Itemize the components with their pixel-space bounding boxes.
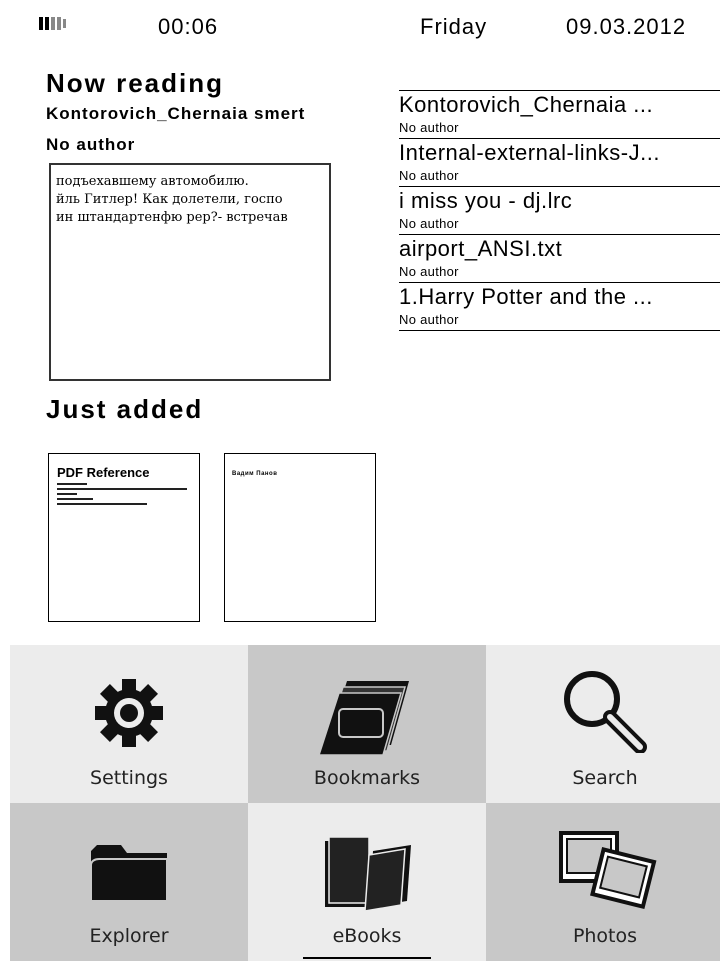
book-author: No author [399, 120, 459, 135]
now-reading-author: No author [46, 135, 136, 154]
bookmarks-tile[interactable]: Bookmarks [248, 645, 486, 803]
list-item[interactable]: airport_ANSI.txt No author [399, 234, 720, 282]
active-tab-indicator [303, 957, 431, 959]
recent-books-list: Kontorovich_Chernaia ... No author Inter… [399, 90, 720, 331]
magnifier-icon [564, 671, 647, 753]
preview-line: подъехавшему автомобилю. [56, 174, 249, 189]
cover-title: PDF Reference [57, 465, 150, 480]
list-item[interactable]: Internal-external-links-J... No author [399, 138, 720, 186]
bookmarks-label: Bookmarks [313, 767, 421, 789]
book-author: No author [399, 312, 459, 327]
list-item[interactable]: Kontorovich_Chernaia ... No author [399, 90, 720, 138]
photos-tile[interactable]: Photos [486, 803, 720, 961]
gear-icon [95, 679, 163, 747]
settings-tile[interactable]: Settings [10, 645, 248, 803]
books-stack-icon [318, 681, 409, 755]
list-divider [399, 330, 720, 331]
search-tile[interactable]: Search [486, 645, 720, 803]
book-title: Kontorovich_Chernaia ... [399, 92, 654, 117]
clock-time: 00:06 [158, 14, 219, 39]
list-item[interactable]: i miss you - dj.lrc No author [399, 186, 720, 234]
ebooks-tile[interactable]: eBooks [248, 803, 486, 961]
cover-text-lines [49, 480, 199, 505]
explorer-tile[interactable]: Explorer [10, 803, 248, 961]
photos-icon [559, 831, 657, 910]
book-author: No author [399, 216, 459, 231]
explorer-label: Explorer [89, 925, 169, 947]
open-book-icon [325, 836, 411, 911]
book-title: i miss you - dj.lrc [399, 188, 573, 213]
day-of-week: Friday [420, 14, 488, 39]
date: 09.03.2012 [566, 14, 687, 39]
now-reading-title[interactable]: Kontorovich_Chernaia smert [46, 104, 305, 124]
photos-label: Photos [572, 925, 638, 947]
book-title: airport_ANSI.txt [399, 236, 563, 261]
preview-line: йль Гитлер! Как долетели, госпо [56, 192, 283, 207]
book-cover-thumbnail[interactable]: PDF Reference [48, 453, 200, 622]
ebooks-label: eBooks [332, 925, 402, 947]
just-added-heading: Just added [46, 394, 204, 424]
book-author: No author [399, 168, 459, 183]
book-title: 1.Harry Potter and the ... [399, 284, 653, 309]
now-reading-heading: Now reading [46, 68, 225, 98]
search-label: Search [572, 767, 638, 789]
cover-title: Вадим Панов [232, 471, 278, 477]
now-reading-preview[interactable]: подъехавшему автомобилю. йль Гитлер! Как… [49, 163, 331, 381]
preview-line: ин штандартенфю рер?- встречав [56, 210, 288, 225]
book-cover-thumbnail[interactable]: Вадим Панов [224, 453, 376, 622]
book-author: No author [399, 264, 459, 279]
book-title: Internal-external-links-J... [399, 140, 660, 165]
folder-icon [90, 845, 168, 902]
battery-icon [39, 17, 73, 30]
settings-label: Settings [90, 767, 168, 789]
list-item[interactable]: 1.Harry Potter and the ... No author [399, 282, 720, 330]
